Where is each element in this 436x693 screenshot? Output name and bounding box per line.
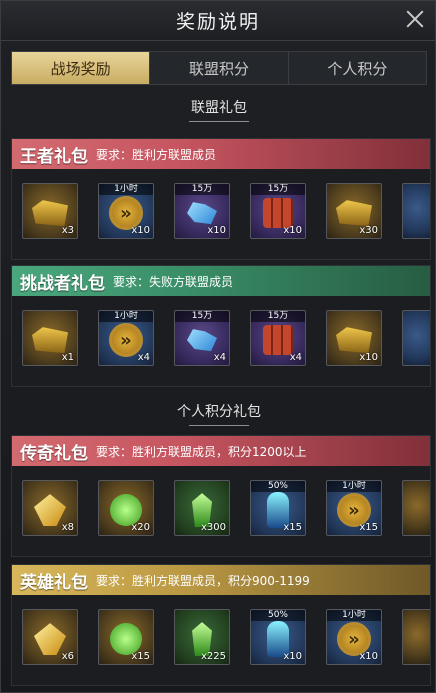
item-badge: 1小时 bbox=[99, 184, 153, 195]
pack-name: 英雄礼包 bbox=[20, 572, 88, 593]
item-quantity: x10 bbox=[283, 651, 302, 662]
reward-item[interactable]: 15万 x10 bbox=[250, 183, 306, 239]
reward-item[interactable]: x10 bbox=[326, 310, 382, 366]
item-quantity: x4 bbox=[289, 352, 302, 363]
reward-item[interactable]: x1 bbox=[22, 310, 78, 366]
reward-item[interactable]: 50% x10 bbox=[250, 609, 306, 665]
reward-info-panel: 奖励说明 战场奖励 联盟积分 个人积分 联盟礼包 王者礼包 要求：胜利方联盟成员 x… bbox=[0, 0, 436, 693]
oil-barrel-icon bbox=[263, 325, 293, 356]
reward-item[interactable]: x6 bbox=[22, 609, 78, 665]
item-quantity: x4 bbox=[213, 352, 226, 363]
panel-title: 奖励说明 bbox=[175, 11, 260, 33]
reward-item[interactable]: x20 bbox=[98, 480, 154, 536]
pack-requirement: 要求：胜利方联盟成员 bbox=[96, 147, 217, 162]
section-title-text: 联盟礼包 bbox=[191, 100, 247, 116]
section-title-alliance: 联盟礼包 bbox=[1, 97, 436, 122]
divider bbox=[189, 121, 249, 122]
reward-item[interactable] bbox=[402, 183, 430, 239]
item-quantity: x10 bbox=[207, 225, 226, 236]
item-quantity: x15 bbox=[283, 522, 302, 533]
pack-header: 王者礼包 要求：胜利方联盟成员 bbox=[12, 139, 430, 169]
item-quantity: x10 bbox=[283, 225, 302, 236]
pack-name: 传奇礼包 bbox=[20, 443, 88, 464]
item-badge: 15万 bbox=[251, 184, 305, 195]
item-quantity: x1 bbox=[61, 352, 74, 363]
pack-header: 传奇礼包 要求：胜利方联盟成员，积分1200以上 bbox=[12, 436, 430, 466]
reward-item[interactable]: 1小时» x15 bbox=[326, 480, 382, 536]
item-quantity: x15 bbox=[359, 522, 378, 533]
item-badge: 1小时 bbox=[327, 610, 381, 621]
reward-item[interactable]: 50% x15 bbox=[250, 480, 306, 536]
blue-crystal-icon bbox=[187, 329, 217, 352]
reward-items-row: x3 1小时» x10 15万 x10 15万 x10 x30 bbox=[22, 183, 430, 239]
reward-item[interactable] bbox=[402, 480, 430, 536]
pack-name: 王者礼包 bbox=[20, 146, 88, 167]
blue-crystal-icon bbox=[187, 202, 217, 225]
reward-items-row: x1 1小时» x4 15万 x4 15万 x4 x10 bbox=[22, 310, 430, 366]
pack-name: 挑战者礼包 bbox=[20, 273, 105, 294]
reward-item[interactable]: x300 bbox=[174, 480, 230, 536]
machine-part-icon bbox=[32, 327, 68, 354]
item-quantity: x8 bbox=[61, 522, 74, 533]
section-title-text: 个人积分礼包 bbox=[177, 404, 261, 420]
item-quantity: x3 bbox=[61, 225, 74, 236]
item-quantity: x6 bbox=[61, 651, 74, 662]
divider bbox=[189, 425, 249, 426]
reward-item[interactable]: 1小时» x10 bbox=[326, 609, 382, 665]
title-bar: 奖励说明 bbox=[1, 1, 435, 41]
tab-alliance-points[interactable]: 联盟积分 bbox=[150, 52, 289, 84]
tab-battlefield-reward[interactable]: 战场奖励 bbox=[12, 52, 151, 84]
pack-requirement: 要求：胜利方联盟成员，积分1200以上 bbox=[96, 444, 307, 459]
item-quantity: x30 bbox=[359, 225, 378, 236]
close-icon[interactable] bbox=[403, 7, 427, 31]
item-quantity: x225 bbox=[200, 651, 226, 662]
reward-pack-card: 传奇礼包 要求：胜利方联盟成员，积分1200以上 x8 x20 x300 50% x15 1小… bbox=[11, 435, 431, 557]
reward-item[interactable]: x3 bbox=[22, 183, 78, 239]
reward-item[interactable] bbox=[402, 609, 430, 665]
item-badge: 15万 bbox=[251, 311, 305, 322]
reward-item[interactable]: 15万 x10 bbox=[174, 183, 230, 239]
machine-part-icon bbox=[32, 200, 68, 227]
pack-header: 英雄礼包 要求：胜利方联盟成员，积分900-1199 bbox=[12, 565, 430, 595]
reward-item[interactable]: x15 bbox=[98, 609, 154, 665]
item-badge: 50% bbox=[251, 481, 305, 492]
reward-item[interactable]: 15万 x4 bbox=[250, 310, 306, 366]
gold-mech-icon bbox=[336, 200, 372, 227]
item-badge: 15万 bbox=[175, 184, 229, 195]
pack-requirement: 要求：胜利方联盟成员，积分900-1199 bbox=[96, 573, 310, 588]
reward-item[interactable]: x225 bbox=[174, 609, 230, 665]
item-quantity: x20 bbox=[131, 522, 150, 533]
item-badge: 15万 bbox=[175, 311, 229, 322]
item-quantity: x10 bbox=[359, 651, 378, 662]
reward-item[interactable]: x8 bbox=[22, 480, 78, 536]
reward-item[interactable]: 1小时» x10 bbox=[98, 183, 154, 239]
item-quantity: x10 bbox=[359, 352, 378, 363]
tab-personal-points[interactable]: 个人积分 bbox=[289, 52, 426, 84]
reward-pack-card: 英雄礼包 要求：胜利方联盟成员，积分900-1199 x6 x15 x225 50% x10… bbox=[11, 564, 431, 686]
item-quantity: x300 bbox=[200, 522, 226, 533]
tab-bar: 战场奖励 联盟积分 个人积分 bbox=[11, 51, 427, 85]
section-title-personal: 个人积分礼包 bbox=[1, 401, 436, 426]
reward-pack-card: 王者礼包 要求：胜利方联盟成员 x3 1小时» x10 15万 x10 15万 x10 x30 bbox=[11, 138, 431, 260]
pack-header: 挑战者礼包 要求：失败方联盟成员 bbox=[12, 266, 430, 296]
item-badge: 1小时 bbox=[327, 481, 381, 492]
reward-items-row: x8 x20 x300 50% x15 1小时» x15 bbox=[22, 480, 430, 536]
pack-requirement: 要求：失败方联盟成员 bbox=[113, 274, 234, 289]
reward-item[interactable]: x30 bbox=[326, 183, 382, 239]
item-quantity: x15 bbox=[131, 651, 150, 662]
reward-item[interactable]: 15万 x4 bbox=[174, 310, 230, 366]
reward-pack-card: 挑战者礼包 要求：失败方联盟成员 x1 1小时» x4 15万 x4 15万 x4 x10 bbox=[11, 265, 431, 387]
item-badge: 1小时 bbox=[99, 311, 153, 322]
oil-barrel-icon bbox=[263, 198, 293, 229]
item-badge: 50% bbox=[251, 610, 305, 621]
reward-item[interactable]: 1小时» x4 bbox=[98, 310, 154, 366]
gold-mech-icon bbox=[336, 327, 372, 354]
reward-items-row: x6 x15 x225 50% x10 1小时» x10 bbox=[22, 609, 430, 665]
item-quantity: x10 bbox=[131, 225, 150, 236]
reward-item[interactable] bbox=[402, 310, 430, 366]
item-quantity: x4 bbox=[137, 352, 150, 363]
